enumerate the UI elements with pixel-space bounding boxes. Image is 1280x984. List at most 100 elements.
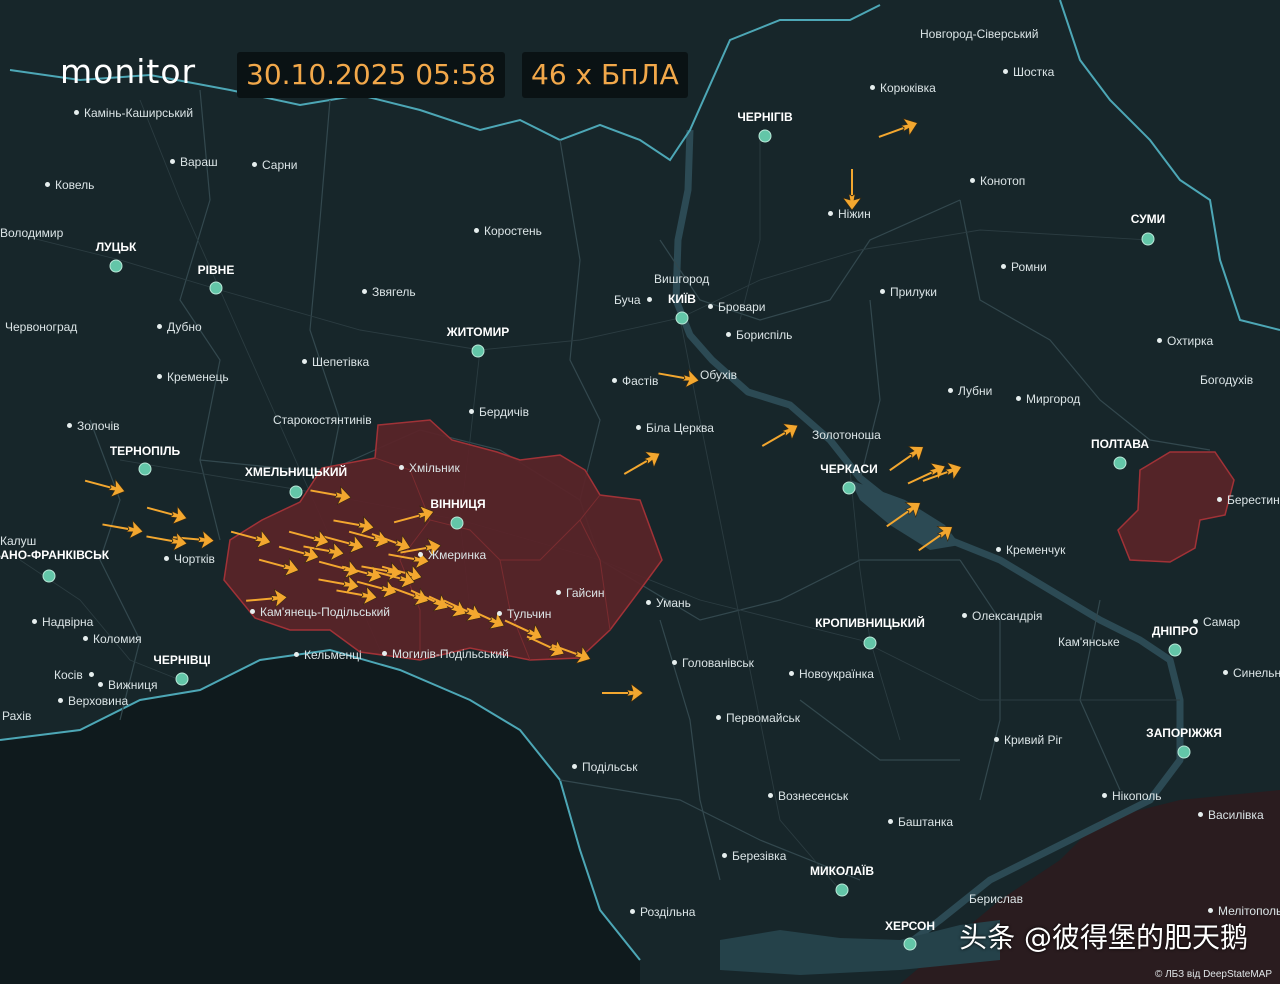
place-label[interactable]: Кременець: [157, 370, 229, 384]
capital-marker[interactable]: [1177, 745, 1191, 759]
place-label[interactable]: Калуш: [0, 534, 36, 548]
place-label[interactable]: Вишгород: [654, 272, 709, 286]
capital-marker[interactable]: [675, 311, 689, 325]
place-label[interactable]: Охтирка: [1157, 334, 1213, 348]
map-credit[interactable]: © ЛБЗ від DeepStateMAP: [1155, 969, 1272, 980]
place-label[interactable]: Берислав: [969, 892, 1023, 906]
capital-marker[interactable]: [138, 462, 152, 476]
place-label[interactable]: Новоукраїнка: [789, 667, 874, 681]
place-label[interactable]: Самар: [1193, 615, 1240, 629]
place-label[interactable]: Голованівськ: [672, 656, 754, 670]
capital-label[interactable]: ДНІПРО: [1152, 624, 1198, 638]
capital-label[interactable]: КРОПИВНИЦЬКИЙ: [815, 616, 925, 630]
place-label[interactable]: Червоноград: [5, 320, 77, 334]
place-label[interactable]: Шепетівка: [302, 355, 369, 369]
place-label[interactable]: Корюківка: [870, 81, 936, 95]
place-label[interactable]: Жмеринка: [418, 548, 486, 562]
capital-label[interactable]: ХЕРСОН: [885, 919, 935, 933]
place-label[interactable]: Золочів: [67, 419, 120, 433]
place-label[interactable]: Чортків: [164, 552, 215, 566]
place-label[interactable]: Гайсин: [556, 586, 605, 600]
place-label[interactable]: Баштанка: [888, 815, 953, 829]
capital-label[interactable]: ІВАНО-ФРАНКІВСЬК: [0, 548, 109, 562]
place-label[interactable]: Звягель: [362, 285, 416, 299]
capital-label[interactable]: СУМИ: [1131, 212, 1166, 226]
place-label[interactable]: Фастів: [612, 374, 658, 388]
place-label[interactable]: Верховина: [58, 694, 128, 708]
place-label[interactable]: Лубни: [948, 384, 992, 398]
capital-marker[interactable]: [42, 569, 56, 583]
place-label[interactable]: Вараш: [170, 155, 218, 169]
place-label[interactable]: Березівка: [722, 849, 786, 863]
place-label[interactable]: Буча: [614, 293, 657, 307]
capital-label[interactable]: ТЕРНОПІЛЬ: [110, 444, 180, 458]
place-label[interactable]: Первомайськ: [716, 711, 800, 725]
place-label[interactable]: Камінь-Каширський: [74, 106, 193, 120]
place-label[interactable]: Прилуки: [880, 285, 937, 299]
place-label[interactable]: Бориспіль: [726, 328, 792, 342]
place-label[interactable]: Косів: [54, 668, 99, 682]
place-label[interactable]: Коломия: [83, 632, 142, 646]
place-label[interactable]: Шостка: [1003, 65, 1054, 79]
place-label[interactable]: Ромни: [1001, 260, 1047, 274]
place-label[interactable]: Вижниця: [98, 678, 157, 692]
place-label[interactable]: Коростень: [474, 224, 542, 238]
capital-label[interactable]: ЖИТОМИР: [447, 325, 509, 339]
place-label[interactable]: Василівка: [1198, 808, 1264, 822]
capital-label[interactable]: ЗАПОРІЖЖЯ: [1146, 726, 1222, 740]
capital-marker[interactable]: [903, 937, 917, 951]
place-label[interactable]: Ковель: [45, 178, 94, 192]
place-label[interactable]: Хмільник: [399, 461, 460, 475]
place-label[interactable]: Дубно: [157, 320, 202, 334]
capital-marker[interactable]: [450, 516, 464, 530]
place-label[interactable]: Вознесенськ: [768, 789, 848, 803]
place-label[interactable]: Біла Церква: [636, 421, 714, 435]
place-label[interactable]: Кам'янське: [1058, 635, 1120, 649]
capital-marker[interactable]: [209, 281, 223, 295]
capital-label[interactable]: ЛУЦЬК: [96, 240, 137, 254]
capital-label[interactable]: КИЇВ: [668, 292, 696, 306]
capital-marker[interactable]: [1141, 232, 1155, 246]
place-label[interactable]: Могилів-Подільський: [382, 647, 509, 661]
place-label[interactable]: Кам'янець-Подільський: [250, 605, 390, 619]
capital-marker[interactable]: [1113, 456, 1127, 470]
place-label[interactable]: Умань: [646, 596, 691, 610]
place-label[interactable]: Конотоп: [970, 174, 1025, 188]
place-label[interactable]: Богодухів: [1200, 373, 1253, 387]
capital-marker[interactable]: [175, 672, 189, 686]
place-label[interactable]: Нікополь: [1102, 789, 1162, 803]
place-label[interactable]: Надвірна: [32, 615, 93, 629]
capital-label[interactable]: ХМЕЛЬНИЦЬКИЙ: [245, 465, 347, 479]
place-label[interactable]: Сарни: [252, 158, 297, 172]
place-label[interactable]: Старокостянтинів: [273, 413, 372, 427]
place-label[interactable]: Подільськ: [572, 760, 637, 774]
capital-marker[interactable]: [758, 129, 772, 143]
capital-label[interactable]: ЧЕРКАСИ: [820, 462, 877, 476]
capital-marker[interactable]: [863, 636, 877, 650]
place-label[interactable]: Миргород: [1016, 392, 1080, 406]
place-label[interactable]: Олександрія: [962, 609, 1042, 623]
capital-label[interactable]: ЧЕРНІГІВ: [737, 110, 792, 124]
place-label[interactable]: Кременчук: [996, 543, 1065, 557]
capital-marker[interactable]: [109, 259, 123, 273]
capital-label[interactable]: МИКОЛАЇВ: [810, 864, 874, 878]
capital-label[interactable]: ЧЕРНІВЦІ: [153, 653, 210, 667]
place-label[interactable]: Бердичів: [469, 405, 529, 419]
map-canvas[interactable]: [0, 0, 1280, 984]
capital-label[interactable]: ВІННИЦЯ: [430, 497, 485, 511]
capital-marker[interactable]: [835, 883, 849, 897]
place-label[interactable]: Обухів: [700, 368, 737, 382]
capital-label[interactable]: ПОЛТАВА: [1091, 437, 1149, 451]
capital-marker[interactable]: [471, 344, 485, 358]
place-label[interactable]: Кельменці: [294, 648, 362, 662]
place-label[interactable]: Берестин: [1217, 493, 1280, 507]
capital-marker[interactable]: [1168, 643, 1182, 657]
place-label[interactable]: Роздільна: [630, 905, 695, 919]
place-label[interactable]: Золотоноша: [812, 428, 881, 442]
place-label[interactable]: Кривий Ріг: [994, 733, 1063, 747]
place-label[interactable]: Новгород-Сіверський: [920, 27, 1038, 41]
place-label[interactable]: Синельникове: [1223, 666, 1280, 680]
place-label[interactable]: Рахів: [2, 709, 31, 723]
capital-marker[interactable]: [289, 485, 303, 499]
capital-marker[interactable]: [842, 481, 856, 495]
